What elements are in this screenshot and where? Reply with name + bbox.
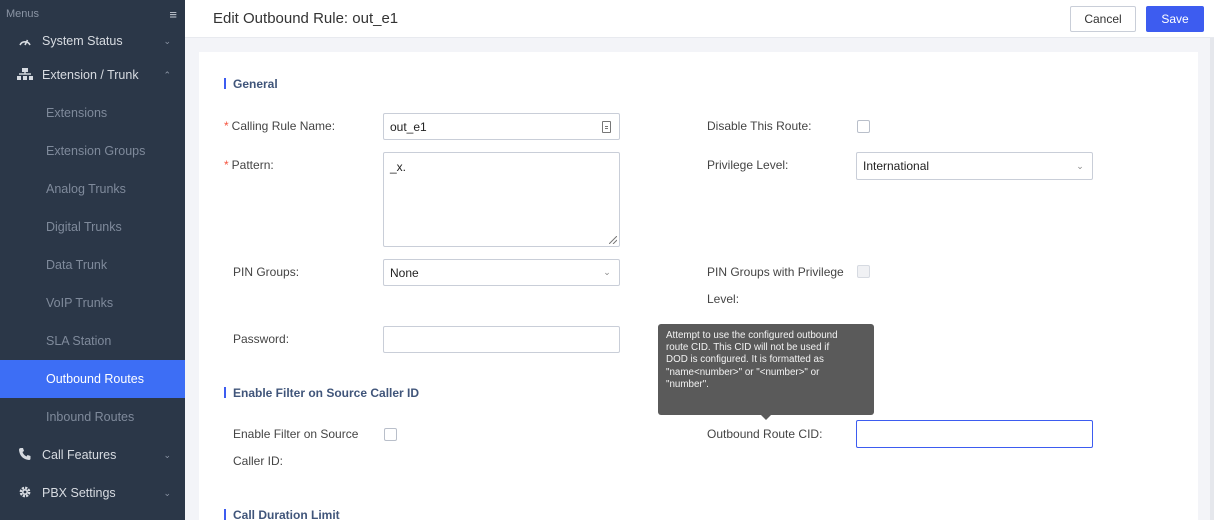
pin-groups-privilege-checkbox[interactable] (857, 265, 870, 278)
sidebar-subitem-extensions[interactable]: Extensions (0, 94, 185, 132)
pin-groups-value: None (390, 265, 419, 280)
sidebar-item-extension-trunk[interactable]: Extension / Trunk ⌃ (0, 56, 185, 94)
section-general: General (224, 77, 278, 91)
phone-icon (16, 447, 34, 464)
sidebar-subitem-outbound-routes[interactable]: Outbound Routes (0, 360, 185, 398)
tooltip-arrow (761, 415, 771, 420)
resize-handle-icon[interactable] (609, 236, 617, 244)
section-filter: Enable Filter on Source Caller ID (224, 386, 419, 400)
outbound-cid-label: Outbound Route CID: (707, 427, 823, 441)
calling-rule-name-value: out_e1 (390, 119, 427, 134)
section-marker (224, 78, 226, 89)
menu-collapse-icon[interactable]: ≡ (169, 7, 177, 22)
section-title: Call Duration Limit (233, 508, 340, 520)
gear-icon (16, 485, 34, 502)
tooltip-line: "number". (666, 378, 709, 390)
enable-filter-label-2: Caller ID: (233, 454, 284, 468)
form-panel: General * Calling Rule Name: out_e1 * Patt… (199, 52, 1198, 520)
sidebar-subitem-analog-trunks[interactable]: Analog Trunks (0, 170, 185, 208)
chevron-down-icon: ⌄ (163, 487, 171, 498)
section-title: General (233, 77, 278, 91)
pin-groups-privilege-label-2: Level: (707, 292, 740, 306)
disable-route-label: Disable This Route: (707, 119, 812, 133)
chevron-up-icon: ⌃ (163, 69, 171, 80)
sidebar-item-call-features[interactable]: Call Features ⌄ (0, 436, 185, 474)
disable-route-checkbox[interactable] (857, 120, 870, 133)
tooltip-line: route CID. This CID will not be used if (666, 342, 830, 354)
chevron-down-icon: ⌄ (163, 449, 171, 460)
required-marker: * (224, 119, 229, 133)
enable-filter-checkbox[interactable] (384, 428, 397, 441)
top-bar: Edit Outbound Rule: out_e1 Cancel Save (185, 0, 1214, 38)
sidebar: Menus ≡ System Status ⌄ Extension / Trun… (0, 0, 185, 520)
sidebar-item-system-status[interactable]: System Status ⌄ (0, 26, 185, 56)
calling-rule-name-input[interactable]: out_e1 (383, 113, 620, 140)
section-marker (224, 509, 226, 520)
section-marker (224, 387, 226, 398)
sidebar-item-label: Call Features (42, 448, 117, 462)
cancel-button[interactable]: Cancel (1070, 5, 1136, 32)
chevron-down-icon: ⌄ (603, 267, 611, 277)
tooltip-line: DOD is configured. It is formatted as (666, 354, 824, 366)
password-label: Password: (233, 332, 290, 346)
pattern-textarea[interactable]: _x. (383, 152, 620, 247)
outbound-cid-input[interactable] (856, 420, 1093, 448)
gauge-icon (16, 34, 34, 49)
calling-rule-name-label-text: Calling Rule Name: (231, 119, 336, 133)
sidebar-item-label: System Status (42, 34, 123, 48)
pin-groups-privilege-label: PIN Groups with Privilege (707, 265, 844, 279)
autofill-icon (602, 121, 611, 133)
calling-rule-name-label: * Calling Rule Name: (224, 113, 335, 139)
privilege-level-value: International (863, 159, 930, 173)
page-title: Edit Outbound Rule: out_e1 (213, 10, 399, 27)
pattern-label: * Pattern: (224, 152, 274, 178)
save-button[interactable]: Save (1146, 5, 1204, 32)
required-marker: * (224, 158, 229, 172)
outbound-cid-tooltip: Attempt to use the configured outbound r… (658, 324, 874, 420)
sidebar-subitem-data-trunk[interactable]: Data Trunk (0, 246, 185, 284)
section-title: Enable Filter on Source Caller ID (233, 386, 420, 400)
sidebar-header-label: Menus (6, 8, 40, 20)
sidebar-subitem-extension-groups[interactable]: Extension Groups (0, 132, 185, 170)
sidebar-item-label: Extension / Trunk (42, 68, 139, 82)
password-input[interactable] (383, 326, 620, 353)
sidebar-subitem-inbound-routes[interactable]: Inbound Routes (0, 398, 185, 436)
sidebar-subitem-sla-station[interactable]: SLA Station (0, 322, 185, 360)
sidebar-header: Menus ≡ (0, 0, 185, 28)
enable-filter-label: Enable Filter on Source (233, 427, 359, 441)
privilege-level-select[interactable]: International ⌄ (856, 152, 1093, 180)
tooltip-line: "name<number>" or "<number>" or (666, 366, 820, 378)
pattern-label-text: Pattern: (231, 158, 274, 172)
pattern-value: _x. (390, 160, 407, 174)
chevron-down-icon: ⌄ (1076, 160, 1084, 171)
sidebar-item-label: PBX Settings (42, 486, 116, 500)
pin-groups-label: PIN Groups: (233, 265, 300, 279)
sidebar-subitem-digital-trunks[interactable]: Digital Trunks (0, 208, 185, 246)
chevron-down-icon: ⌄ (163, 35, 171, 46)
tooltip-line: Attempt to use the configured outbound (666, 330, 838, 341)
sidebar-subitem-voip-trunks[interactable]: VoIP Trunks (0, 284, 185, 322)
network-icon (16, 67, 34, 83)
privilege-level-label: Privilege Level: (707, 158, 789, 172)
pin-groups-select[interactable]: None ⌄ (383, 259, 620, 286)
page-scrollbar[interactable] (1210, 38, 1214, 520)
sidebar-item-pbx-settings[interactable]: PBX Settings ⌄ (0, 474, 185, 512)
section-duration: Call Duration Limit (224, 508, 340, 520)
